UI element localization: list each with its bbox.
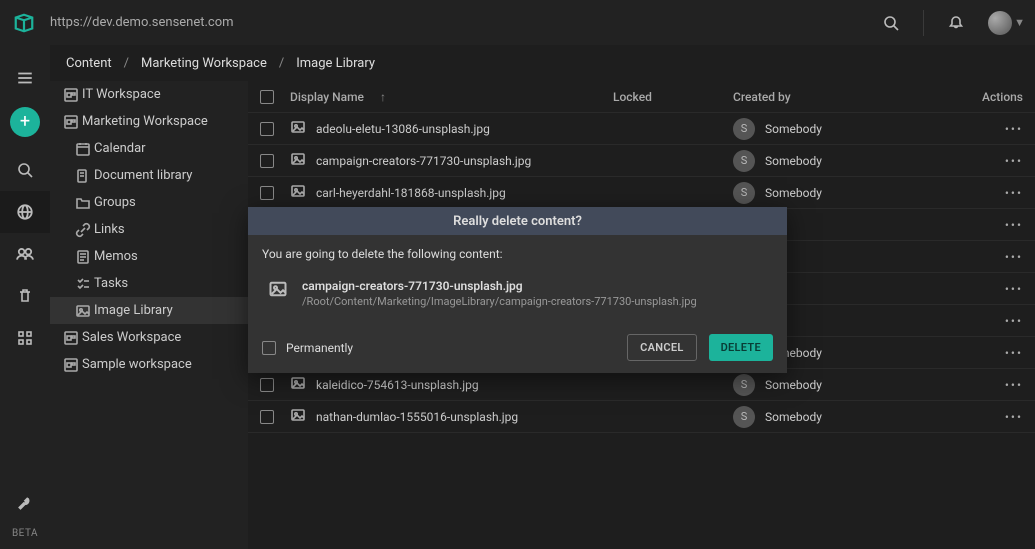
permanently-checkbox[interactable]: Permanently	[262, 341, 353, 355]
delete-button[interactable]: DELETE	[709, 334, 773, 361]
dialog-message: You are going to delete the following co…	[262, 247, 773, 261]
dialog-content-item: campaign-creators-771730-unsplash.jpg /R…	[262, 275, 773, 312]
delete-dialog: Really delete content? You are going to …	[248, 207, 787, 373]
permanently-label: Permanently	[286, 341, 353, 355]
image-icon	[268, 279, 288, 303]
dialog-title: Really delete content?	[248, 207, 787, 235]
dialog-item-name: campaign-creators-771730-unsplash.jpg	[302, 279, 697, 293]
dialog-item-path: /Root/Content/Marketing/ImageLibrary/cam…	[302, 295, 697, 308]
cancel-button[interactable]: CANCEL	[627, 334, 696, 361]
